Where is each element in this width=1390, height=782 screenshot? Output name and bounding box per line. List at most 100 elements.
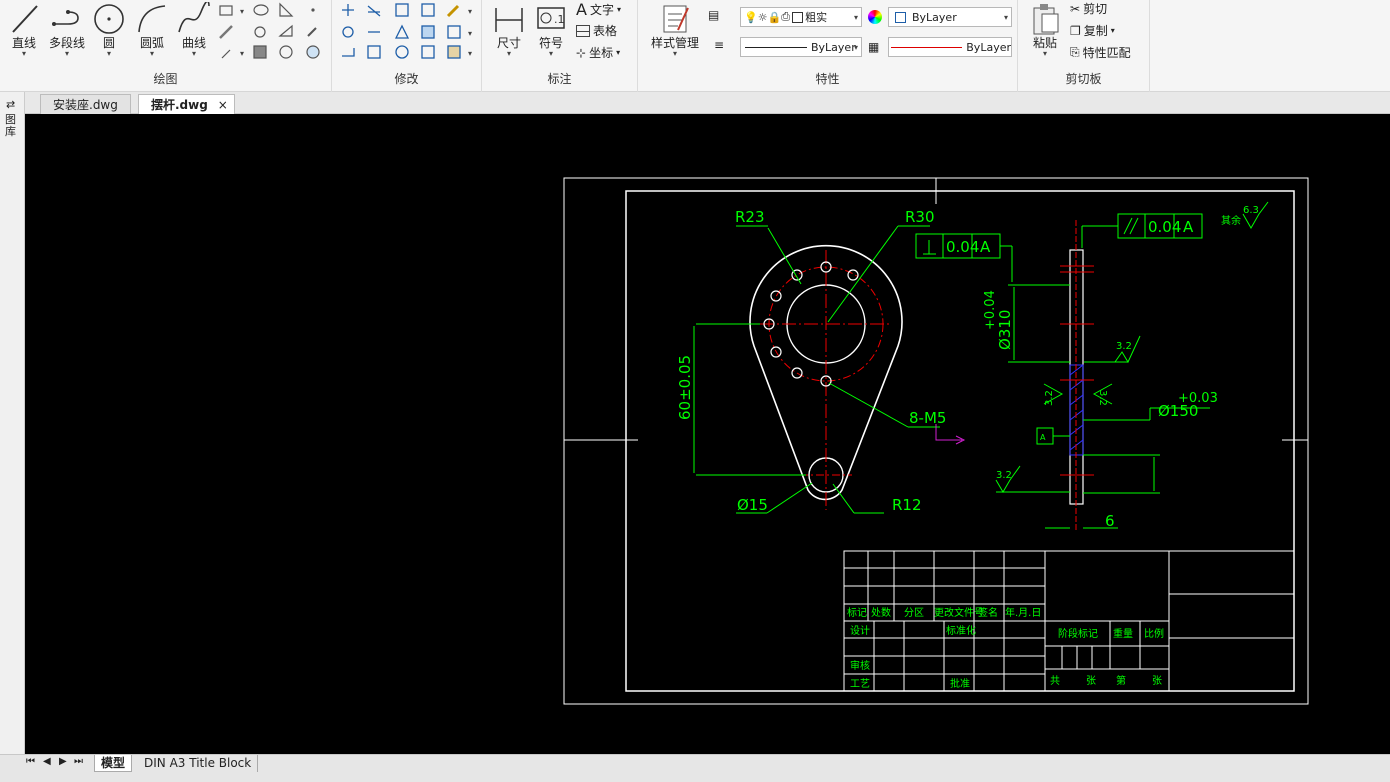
doc-tab-label: 安装座.dwg	[53, 98, 118, 112]
explode-icon[interactable]	[447, 25, 461, 39]
properties-panel: 样式管理 ▾ ▤ ≡ 💡 ☼ 🔒 ⎙ 粗实 ▾ ByLayer ▾ ByLaye…	[638, 0, 1018, 92]
text-button[interactable]: A 文字 ▾	[576, 0, 621, 19]
dim-dist60: 60±0.05	[676, 355, 694, 420]
prev-tab-icon[interactable]: ◀	[43, 756, 51, 767]
break-icon[interactable]	[421, 45, 435, 59]
erase-icon[interactable]	[446, 4, 460, 18]
fillet-icon[interactable]	[395, 45, 409, 59]
chevron-down-icon: ▾	[1003, 12, 1008, 22]
scissors-icon: ✂	[1070, 1, 1081, 16]
dim-d15: Ø15	[737, 496, 768, 514]
symbol-button[interactable]: .1 符号 ▾	[532, 2, 570, 58]
table-button[interactable]: 表格	[576, 22, 617, 39]
annotate-panel: 尺寸 ▾ .1 符号 ▾ A 文字 ▾ 表格 ⊹ 坐标 ▾ 标注	[482, 0, 638, 92]
curve-button[interactable]: 曲线 ▾	[174, 2, 214, 58]
dim-thickness: 6	[1105, 512, 1115, 530]
flatness-tolerance: 0.04	[946, 238, 979, 256]
match-properties-button[interactable]: ⎘ 特性匹配	[1070, 44, 1131, 61]
lineweight-icon[interactable]: ▦	[868, 40, 888, 58]
layer-manager-icon[interactable]: ▤	[708, 8, 728, 26]
dimension-button[interactable]: 尺寸 ▾	[490, 2, 528, 58]
color-combo[interactable]: ByLayer ▾	[888, 7, 1012, 27]
mirror-icon[interactable]	[394, 24, 410, 39]
copy-button[interactable]: ❐ 复制 ▾	[1070, 22, 1115, 39]
tb-total: 共	[1050, 675, 1060, 687]
left-sidebar: ⇄ 图库	[0, 92, 25, 754]
line-icon	[12, 5, 38, 33]
arrow-icon[interactable]	[307, 27, 317, 37]
tb-header-date: 年.月.日	[1005, 606, 1041, 619]
wipeout-icon[interactable]	[306, 45, 320, 59]
rotate-icon[interactable]	[342, 26, 354, 38]
chevron-down-icon: ▾	[149, 49, 154, 58]
coordinate-button[interactable]: ⊹ 坐标 ▾	[576, 44, 620, 61]
region-icon[interactable]	[278, 24, 293, 37]
lineweight-list-icon[interactable]: ≡	[714, 38, 734, 56]
hatch-icon[interactable]	[253, 45, 267, 59]
tb-sheet: 张	[1152, 675, 1162, 687]
text-label: 文字	[589, 3, 614, 17]
paste-button[interactable]: 粘贴 ▾	[1024, 2, 1066, 58]
boundary-icon[interactable]	[279, 2, 294, 17]
edit-icon[interactable]	[447, 45, 461, 59]
library-tab[interactable]: 图库	[5, 114, 19, 138]
polyline-button[interactable]: 多段线 ▾	[44, 2, 90, 58]
tab-model[interactable]: 模型	[94, 755, 133, 772]
arc-button[interactable]: 圆弧 ▾	[132, 2, 172, 58]
move-icon[interactable]	[342, 4, 354, 16]
scale-icon[interactable]	[367, 45, 381, 59]
doc-tab-baigan[interactable]: 摆杆.dwg ×	[138, 94, 235, 114]
circle-button[interactable]: 圆 ▾	[90, 2, 128, 58]
doc-tab-anzhuangzuo[interactable]: 安装座.dwg	[40, 94, 131, 114]
trim-icon[interactable]	[367, 5, 381, 17]
layer-combo[interactable]: 💡 ☼ 🔒 ⎙ 粗实 ▾	[740, 7, 862, 27]
polyline-label: 多段线	[48, 36, 85, 50]
svg-text:.1: .1	[554, 13, 565, 26]
match-properties-icon: ⎘	[1070, 45, 1080, 59]
tb-design: 设计	[850, 624, 870, 637]
arc-icon	[138, 5, 166, 33]
offset-icon[interactable]	[421, 25, 435, 39]
ellipse-icon[interactable]	[253, 4, 269, 16]
linetype-combo[interactable]: ByLayer ▾	[740, 37, 862, 57]
array-icon[interactable]	[395, 3, 409, 17]
close-icon[interactable]: ×	[218, 95, 228, 115]
parallel-datum: A	[1183, 218, 1194, 236]
draw-small-tools: ▾ ▾	[219, 2, 320, 59]
circle-icon	[94, 4, 124, 34]
line-button[interactable]: 直线 ▾	[4, 2, 44, 58]
dimension-icon	[495, 8, 523, 32]
svg-text:▾: ▾	[240, 7, 244, 16]
stretch-icon[interactable]	[342, 48, 355, 57]
copy-object-icon[interactable]	[421, 3, 435, 17]
first-tab-icon[interactable]: ⏮	[26, 756, 35, 767]
donut-icon[interactable]	[254, 26, 266, 38]
text-icon: A	[576, 0, 587, 19]
revcloud-icon[interactable]	[279, 45, 293, 59]
chevron-down-icon: ▾	[853, 12, 858, 22]
draw-panel: 直线 ▾ 多段线 ▾ 圆 ▾ 圆弧 ▾ 曲线 ▾ ▾ ▾ 绘图	[0, 0, 332, 92]
color-wheel-icon[interactable]	[868, 10, 882, 24]
color-value: ByLayer	[912, 10, 957, 24]
lineweight-value: ByLayer	[966, 40, 1011, 54]
rectangle-icon[interactable]	[219, 5, 233, 16]
last-tab-icon[interactable]: ⏭	[74, 756, 83, 767]
next-tab-icon[interactable]: ▶	[59, 756, 67, 767]
part-front-view	[749, 244, 903, 510]
sheet-border	[563, 177, 1309, 705]
cut-button[interactable]: ✂ 剪切	[1070, 0, 1107, 17]
lock-icon: 🔒	[767, 10, 782, 24]
tab-layout-din-a3[interactable]: DIN A3 Title Block	[138, 755, 259, 772]
point-icon[interactable]	[311, 8, 315, 12]
drawing-canvas[interactable]: R23 R30 8-M5 60±0.05 Ø15 R12 0.04 A 0.04…	[25, 114, 1390, 754]
library-icon[interactable]: ⇄	[6, 98, 15, 111]
style-manager-button[interactable]: 样式管理 ▾	[642, 2, 708, 58]
tb-process: 工艺	[850, 678, 870, 690]
ray-icon[interactable]	[221, 49, 231, 59]
tab-layout-label: DIN A3 Title Block	[144, 756, 252, 770]
curve-icon	[178, 2, 210, 33]
modify-panel-title: 修改	[394, 72, 419, 86]
lineweight-combo[interactable]: ByLayer	[888, 37, 1012, 57]
construction-line-icon[interactable]	[219, 25, 233, 39]
roughness-other: 6.3	[1243, 205, 1259, 216]
